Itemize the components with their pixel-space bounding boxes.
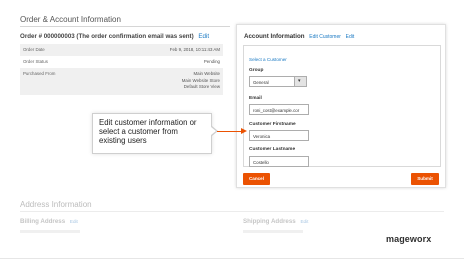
section-title-address: Address Information [20,200,92,209]
account-form: Select a Customer Group General ▾ Email … [243,45,441,167]
table-row: Purchased From Main Website Main Website… [20,68,223,96]
account-panel-title: Account Information [244,33,305,40]
order-date-value: Feb 9, 2018, 10:11:43 AM [169,47,220,52]
shipping-address-text [243,230,303,233]
billing-edit-link[interactable]: Edit [70,219,78,224]
firstname-field[interactable]: Veronica [249,130,309,141]
email-label: Email [249,96,262,101]
purchased-from-label: Purchased From [23,71,56,77]
billing-address-label: Billing Address [20,218,66,225]
order-info-table: Order Date Feb 9, 2018, 10:11:43 AM Orde… [20,44,223,96]
account-edit-link[interactable]: Edit [346,34,355,40]
billing-address-text [20,230,80,233]
order-date-label: Order Date [23,47,45,52]
firstname-label: Customer Firstname [249,122,296,127]
email-field[interactable]: roni_cost@example.cor [249,104,309,115]
group-select-value: General [253,80,269,85]
submit-button[interactable]: Submit [411,173,439,185]
shipping-edit-link[interactable]: Edit [300,219,308,224]
section-divider [20,26,230,27]
purchased-from-view: Default Store View [183,83,220,89]
shipping-address-label: Shipping Address [243,218,296,225]
callout-arrow-inner [211,127,216,135]
table-row: Order Status Pending [20,56,223,68]
purchased-from-value: Main Website Main Website Store Default … [182,71,220,90]
brand-logo: mageworx [386,234,432,244]
bottom-divider [0,258,464,259]
cancel-button[interactable]: Cancel [243,173,270,185]
order-edit-link[interactable]: Edit [198,33,209,40]
order-number: Order # 000000003 (The order confirmatio… [20,33,194,40]
group-select[interactable]: General ▾ [249,76,307,87]
group-select-toggle[interactable]: ▾ [294,77,306,86]
select-customer-link[interactable]: Select a Customer [249,57,287,62]
pointer-arrow-icon [241,128,247,134]
order-heading: Order # 000000003 (The order confirmatio… [20,33,209,40]
chevron-down-icon: ▾ [298,78,301,84]
group-label: Group [249,68,264,73]
account-information-panel: Account Information Edit Customer Edit S… [236,24,446,188]
pointer-arrow-line [217,131,243,132]
account-panel-header: Account Information Edit Customer Edit [244,33,354,40]
table-row: Order Date Feb 9, 2018, 10:11:43 AM [20,44,223,57]
edit-customer-link[interactable]: Edit Customer [309,34,341,40]
order-status-label: Order Status [23,59,48,65]
lastname-field[interactable]: Costello [249,156,309,167]
callout-tooltip: Edit customer information or select a cu… [92,113,212,154]
address-divider [20,211,444,212]
order-view-page: Order & Account Information Order # 0000… [0,0,464,261]
lastname-label: Customer Lastname [249,147,296,152]
purchased-from-store: Main Website Store [181,77,220,83]
order-status-value: Pending [203,59,220,65]
section-title-order-account: Order & Account Information [20,15,121,24]
billing-address-heading: Billing Address Edit [20,218,78,225]
shipping-address-heading: Shipping Address Edit [243,218,308,225]
